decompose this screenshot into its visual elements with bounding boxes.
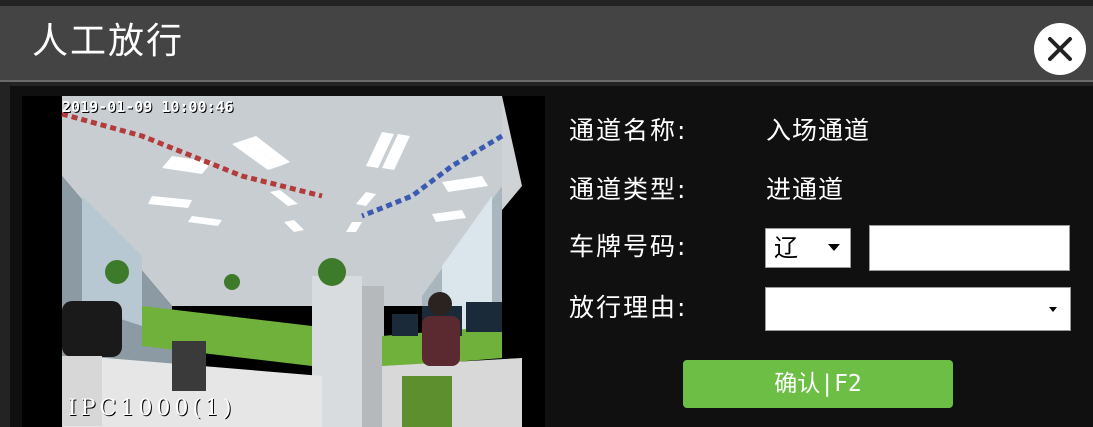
office-scene-image [61,96,522,427]
dialog-titlebar: 人工放行 [0,6,1093,82]
plate-province-select[interactable]: 辽 [765,228,851,268]
channel-type-value: 进通道 [766,175,845,204]
release-reason-label: 放行理由: [569,293,688,322]
video-timestamp: 2019-01-09 10:00:46 [62,98,234,116]
close-button[interactable] [1034,23,1086,75]
dialog-title: 人工放行 [32,21,185,62]
manual-release-dialog: 人工放行 2019-01-09 10:00:46 IPC1000(1) 通道名称… [0,0,1093,427]
close-icon [1048,37,1072,61]
confirm-button[interactable]: 确认|F2 [683,360,953,408]
channel-type-label: 通道类型: [569,175,688,204]
release-reason-select[interactable] [765,287,1071,331]
camera-name-label: IPC1000(1) [68,396,236,421]
camera-snapshot: 2019-01-09 10:00:46 IPC1000(1) [22,96,545,427]
channel-name-label: 通道名称: [569,116,688,145]
plate-number-label: 车牌号码: [569,232,688,261]
chevron-down-icon [1049,307,1057,312]
plate-number-input[interactable] [869,225,1070,271]
chevron-down-icon [828,244,840,251]
plate-province-value: 辽 [774,234,798,262]
channel-name-value: 入场通道 [766,116,871,145]
